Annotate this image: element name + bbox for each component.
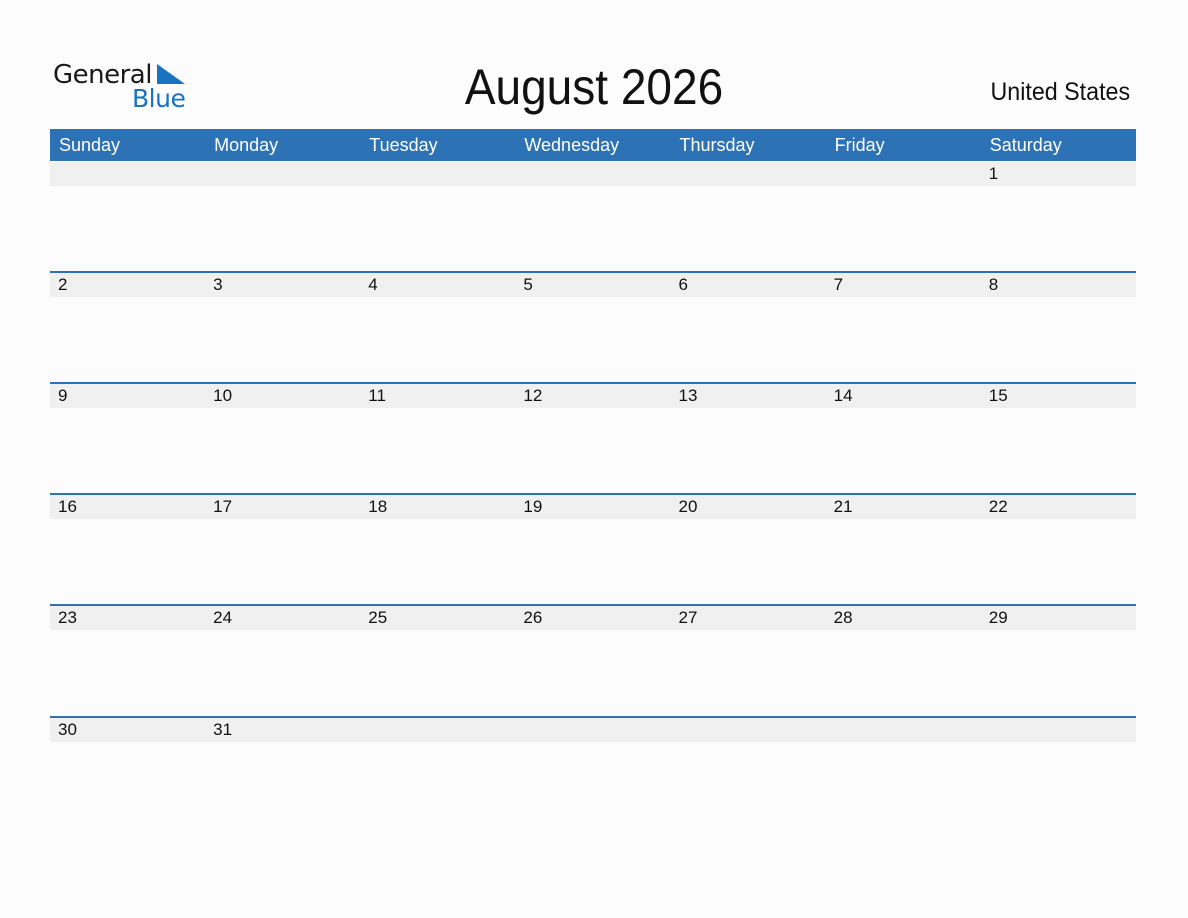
week-row: 9 10 11 12 13 14 15 <box>50 382 1136 493</box>
weekday-header: Sunday Monday Tuesday Wednesday Thursday… <box>50 129 1136 161</box>
day-cell <box>826 718 981 742</box>
weekday-sunday: Sunday <box>59 135 121 155</box>
weekday-friday: Friday <box>834 135 885 155</box>
day-cell: 27 <box>678 608 698 627</box>
day-cell: 23 <box>58 608 77 627</box>
day-cell: 31 <box>213 720 233 739</box>
day-number-strip: 16 17 18 19 20 21 22 <box>50 495 1136 519</box>
day-cell <box>671 162 826 186</box>
week-row: 30 31 <box>50 716 1136 827</box>
day-cell <box>515 162 670 186</box>
day-cell <box>671 718 826 742</box>
day-cell: 13 <box>678 386 698 405</box>
day-cell: 17 <box>213 497 233 516</box>
day-number-strip: 1 <box>50 162 1136 186</box>
weekday-saturday: Saturday <box>989 135 1062 155</box>
day-cell: 18 <box>368 497 388 516</box>
day-cell: 25 <box>368 608 388 627</box>
day-cell: 28 <box>833 608 853 627</box>
day-cell: 4 <box>368 275 378 294</box>
day-cell: 21 <box>833 497 853 516</box>
day-cell: 29 <box>988 608 1008 627</box>
day-cell: 30 <box>58 720 77 739</box>
day-cell: 24 <box>213 608 233 627</box>
day-cell: 26 <box>523 608 543 627</box>
weekday-tuesday: Tuesday <box>369 135 438 155</box>
week-row: 23 24 25 26 27 28 29 <box>50 604 1136 715</box>
day-cell: 16 <box>58 497 77 516</box>
weekday-monday: Monday <box>214 135 279 155</box>
day-cell: 8 <box>988 275 999 294</box>
day-cell: 11 <box>368 386 386 405</box>
day-cell: 1 <box>988 164 999 183</box>
calendar-title: August 2026 <box>464 59 724 115</box>
day-number-strip: 30 31 <box>50 718 1136 742</box>
day-cell: 5 <box>523 275 533 294</box>
week-row: 1 <box>50 160 1136 271</box>
weekday-wednesday: Wednesday <box>524 135 620 155</box>
country-label: United States <box>990 78 1130 106</box>
day-cell: 20 <box>678 497 698 516</box>
day-cell: 9 <box>58 386 68 405</box>
day-number-strip: 23 24 25 26 27 28 29 <box>50 606 1136 630</box>
week-row: 16 17 18 19 20 21 22 <box>50 493 1136 604</box>
day-cell: 10 <box>213 386 233 405</box>
day-number-strip: 2 3 4 5 6 7 8 <box>50 273 1136 297</box>
day-cell: 12 <box>523 386 543 405</box>
day-cell <box>360 718 515 742</box>
day-cell <box>826 162 981 186</box>
day-cell: 15 <box>988 386 1008 405</box>
day-cell: 3 <box>213 275 223 294</box>
day-cell: 14 <box>833 386 853 405</box>
day-cell <box>515 718 670 742</box>
day-cell: 2 <box>58 275 68 294</box>
week-row: 2 3 4 5 6 7 8 <box>50 271 1136 382</box>
day-cell <box>360 162 515 186</box>
day-cell: 22 <box>988 497 1008 516</box>
day-cell <box>50 162 205 186</box>
day-cell: 6 <box>678 275 688 294</box>
day-cell <box>205 162 360 186</box>
day-number-strip: 9 10 11 12 13 14 15 <box>50 384 1136 408</box>
day-cell: 19 <box>523 497 543 516</box>
day-cell <box>981 718 1136 742</box>
day-cell: 7 <box>833 275 844 294</box>
weekday-thursday: Thursday <box>679 135 755 155</box>
